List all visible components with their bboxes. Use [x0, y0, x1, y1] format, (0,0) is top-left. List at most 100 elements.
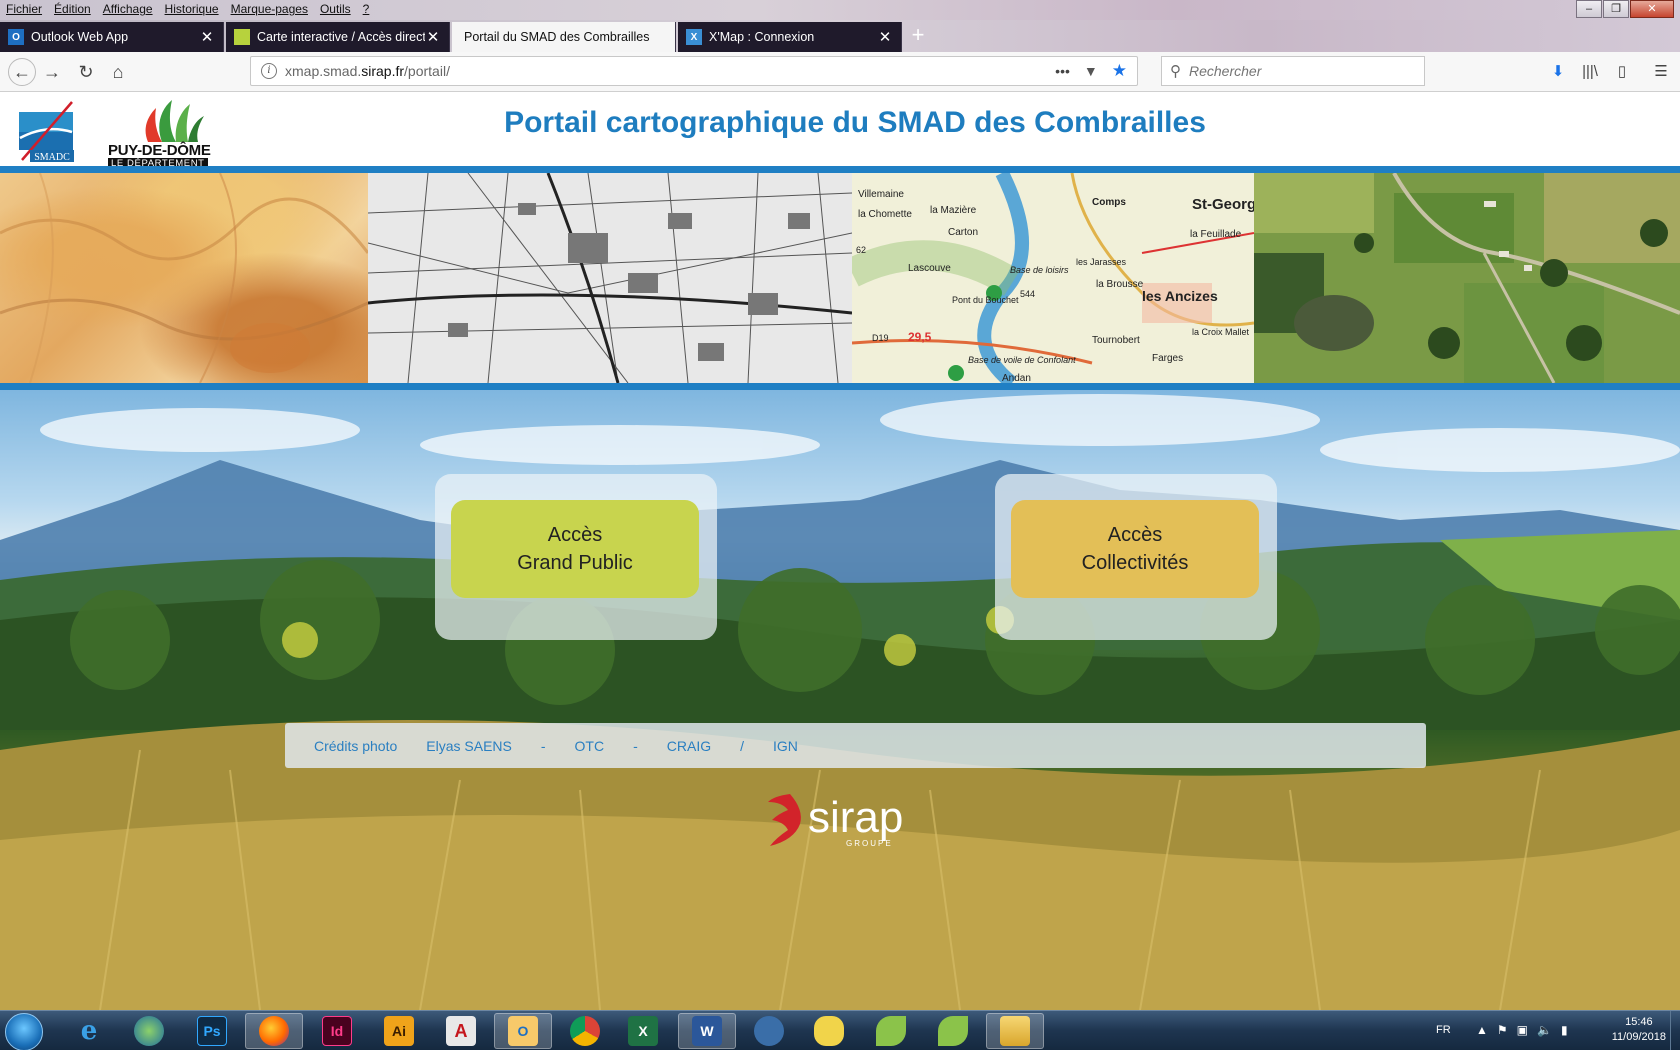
aerial-photo-image [1254, 173, 1680, 383]
page-actions-icon[interactable]: ••• [1055, 63, 1070, 79]
tab-strip: O Outlook Web App ✕ Carte interactive / … [0, 20, 1680, 52]
svg-text:Villemaine: Villemaine [858, 189, 904, 200]
tray-expand-icon[interactable]: ▲ [1476, 1023, 1488, 1037]
svg-text:544: 544 [1020, 289, 1035, 299]
landscape-background-image [0, 390, 1680, 1010]
credit-separator: - [540, 737, 546, 754]
explorer-icon [1000, 1016, 1030, 1046]
menu-historique[interactable]: Historique [159, 2, 225, 16]
photoshop-icon: Ps [197, 1016, 227, 1046]
menu-aide[interactable]: ? [357, 2, 376, 16]
svg-text:62: 62 [856, 245, 866, 255]
library-icon[interactable]: |||\ [1580, 62, 1600, 82]
menu-fichier[interactable]: Fichier [0, 2, 48, 16]
pocket-icon[interactable]: ▼ [1084, 63, 1098, 79]
menu-outils[interactable]: Outils [314, 2, 357, 16]
taskbar-chrome[interactable] [556, 1013, 614, 1049]
reload-button[interactable]: ↻ [74, 60, 98, 84]
show-desktop-button[interactable] [1670, 1011, 1680, 1050]
tab-xmap-connexion[interactable]: X X'Map : Connexion ✕ [678, 22, 902, 52]
download-icon[interactable]: ⬇ [1548, 62, 1568, 82]
svg-text:la Brousse: la Brousse [1096, 279, 1144, 290]
forward-button[interactable]: → [40, 60, 64, 84]
menu-affichage[interactable]: Affichage [97, 2, 159, 16]
taskbar-ie[interactable]: e [60, 1013, 118, 1049]
teapot-icon [814, 1016, 844, 1046]
taskbar-firefox[interactable] [245, 1013, 303, 1049]
maximize-button[interactable]: ❐ [1603, 0, 1629, 18]
taskbar-illustrator[interactable]: Ai [370, 1013, 428, 1049]
acces-collectivites-button[interactable]: Accès Collectivités [1011, 500, 1259, 598]
credits-label: Crédits photo [314, 737, 398, 754]
svg-text:Pont du Bouchet: Pont du Bouchet [952, 295, 1019, 305]
word-icon: W [692, 1016, 722, 1046]
map-banner: Villemaine la Chomette la Mazière Carton… [0, 173, 1680, 383]
credit-separator: - [633, 737, 638, 754]
taskbar-explorer[interactable] [986, 1013, 1044, 1049]
tab-carte-interactive[interactable]: Carte interactive / Accès direct ✕ [226, 22, 450, 52]
close-icon[interactable]: ✕ [425, 28, 441, 46]
clock[interactable]: 15:46 11/09/2018 [1612, 1015, 1666, 1045]
taskbar-qgis-2[interactable] [924, 1013, 982, 1049]
taskbar-indesign[interactable]: Id [308, 1013, 366, 1049]
firefox-icon [259, 1016, 289, 1046]
start-button[interactable] [5, 1013, 43, 1050]
url-text[interactable]: xmap.smad.sirap.fr/portail/ [285, 63, 1055, 79]
tab-outlook[interactable]: O Outlook Web App ✕ [0, 22, 224, 52]
taskbar-qgis[interactable] [862, 1013, 920, 1049]
relief-map-image [0, 173, 368, 383]
outlook-icon: O [508, 1016, 538, 1046]
cadastre-map-image [368, 173, 852, 383]
bookmark-star-icon[interactable]: ★ [1112, 61, 1127, 81]
svg-text:Tournobert: Tournobert [1092, 335, 1140, 346]
search-icon: ⚲ [1170, 63, 1181, 80]
taskbar-acrobat[interactable]: A [432, 1013, 490, 1049]
close-window-button[interactable]: ✕ [1630, 0, 1674, 18]
credit-link-otc[interactable]: OTC [575, 738, 605, 754]
back-button[interactable]: ← [8, 58, 36, 86]
info-icon[interactable]: i [261, 63, 277, 79]
network-icon [754, 1016, 784, 1046]
search-input[interactable] [1189, 63, 1409, 79]
network-tray-icon[interactable]: ▣ [1517, 1023, 1528, 1037]
svg-text:la Feuillade: la Feuillade [1190, 229, 1242, 240]
url-bar[interactable]: i xmap.smad.sirap.fr/portail/ ••• ▼ ★ [250, 56, 1138, 86]
taskbar-globe[interactable] [120, 1013, 178, 1049]
flag-icon[interactable]: ⚑ [1497, 1023, 1508, 1037]
chrome-icon [570, 1016, 600, 1046]
svg-text:SMADC: SMADC [34, 152, 70, 163]
taskbar-outlook[interactable]: O [494, 1013, 552, 1049]
taskbar-teapot[interactable] [800, 1013, 858, 1049]
new-tab-button[interactable]: + [906, 24, 930, 48]
volume-icon[interactable]: 🔈 [1537, 1023, 1552, 1037]
svg-text:29,5: 29,5 [908, 330, 932, 344]
credit-link-craig[interactable]: CRAIG [667, 738, 711, 754]
globe-icon [134, 1016, 164, 1046]
minimize-button[interactable]: – [1576, 0, 1602, 18]
close-icon[interactable]: ✕ [199, 28, 215, 46]
tab-title: Outlook Web App [31, 30, 129, 44]
credit-link-ign[interactable]: IGN [773, 738, 798, 754]
xmap-icon: X [686, 29, 702, 45]
taskbar-photoshop[interactable]: Ps [183, 1013, 241, 1049]
sidebar-icon[interactable]: ▯ [1612, 62, 1632, 82]
menu-icon[interactable]: ☰ [1651, 62, 1671, 82]
tab-portail[interactable]: Portail du SMAD des Combrailles [452, 22, 676, 52]
power-icon[interactable]: ▮ [1561, 1023, 1568, 1037]
search-box[interactable]: ⚲ [1161, 56, 1425, 86]
svg-text:les Jarasses: les Jarasses [1076, 257, 1127, 267]
svg-text:les Ancizes: les Ancizes [1142, 288, 1218, 304]
home-button[interactable]: ⌂ [106, 60, 130, 84]
language-indicator[interactable]: FR [1436, 1024, 1451, 1036]
close-icon[interactable]: ✕ [877, 28, 893, 46]
credit-link-elyas-saens[interactable]: Elyas SAENS [426, 738, 512, 754]
menu-edition[interactable]: Édition [48, 2, 97, 16]
menu-marque-pages[interactable]: Marque-pages [225, 2, 314, 16]
acces-grand-public-button[interactable]: Accès Grand Public [451, 500, 699, 598]
credit-separator: / [740, 737, 745, 754]
taskbar-excel[interactable]: X [614, 1013, 672, 1049]
sirap-logo[interactable]: sirap GROUPE [760, 788, 950, 852]
excel-icon: X [628, 1016, 658, 1046]
taskbar-word[interactable]: W [678, 1013, 736, 1049]
taskbar-network[interactable] [740, 1013, 798, 1049]
